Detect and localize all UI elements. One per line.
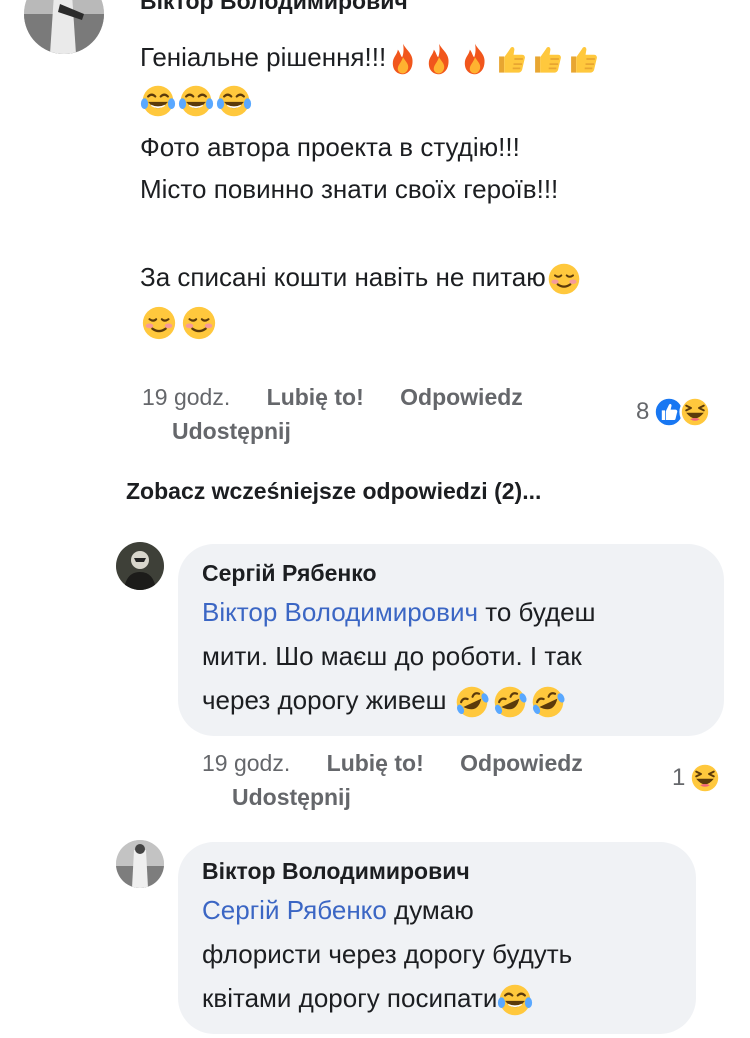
thumbs-up-emoji [494,42,528,76]
fire-emoji [458,42,492,76]
comment-time[interactable]: 19 godz. [142,384,230,410]
tears-of-joy-emoji [216,83,252,119]
mention-link[interactable]: Сергій Рябенко [202,895,387,925]
comment-line-6 [140,300,602,342]
comment-line-2 [140,78,602,124]
haha-reaction-icon [689,762,721,794]
reactions-summary[interactable]: 8 [636,396,711,428]
reply-button[interactable]: Odpowiedz [460,750,583,776]
thumbs-up-emoji [566,42,600,76]
reactions-count: 1 [672,764,686,791]
smiling-emoji [180,304,218,342]
reply-meta-2: Udostępnij [232,784,351,811]
reactions-summary[interactable]: 1 [672,762,721,794]
avatar-viktor[interactable] [24,0,104,54]
tears-of-joy-emoji [497,982,533,1018]
thumbs-up-emoji [530,42,564,76]
comment-text: Геніальне рішення!!! Фото автора проекта… [140,36,602,342]
comment-line-5: За списані кошти навіть не питаю [140,256,602,298]
reply-text: Сергій Рябенко думаю флористи через доро… [202,888,572,1020]
share-button[interactable]: Udostępnij [232,784,351,810]
comment-author[interactable]: Віктор Володимирович [140,0,408,15]
reply-line-2: флористи через дорогу будуть [202,939,573,969]
reply-line-2: мити. Шо маєш до роботи. І так [202,641,582,671]
rofl-emoji [492,684,528,720]
reactions-count: 8 [636,398,650,425]
comment-meta: 19 godz. Lubię to! Odpowiedz [142,384,523,411]
tears-of-joy-emoji [140,83,176,119]
smiling-emoji [140,304,178,342]
mention-link[interactable]: Віктор Володимирович [202,597,478,627]
reply-meta: 19 godz. Lubię to! Odpowiedz [202,750,583,777]
rofl-emoji [454,684,490,720]
rofl-emoji [530,684,566,720]
fire-emoji [422,42,456,76]
reply-button[interactable]: Odpowiedz [400,384,523,410]
fire-emoji [386,42,420,76]
comment-line-1: Геніальне рішення!!! [140,36,602,78]
smiling-emoji [546,261,582,297]
reply-time[interactable]: 19 godz. [202,750,290,776]
comment-meta-2: Udostępnij [172,418,291,445]
reply-line-3: квітами дорогу посипати [202,976,572,1020]
share-button[interactable]: Udostępnij [172,418,291,444]
avatar-sergiy[interactable] [116,542,164,590]
reply-line-1: Віктор Володимирович то будеш [202,597,596,627]
comment-line-4: Місто повинно знати своїх героїв!!! [140,174,559,204]
comment-blank-line [140,210,602,252]
reply-author[interactable]: Сергій Рябенко [202,560,377,587]
tears-of-joy-emoji [178,83,214,119]
previous-replies-link[interactable]: Zobacz wcześniejsze odpowiedzi (2)... [126,478,541,505]
reply-line-1: Сергій Рябенко думаю [202,895,474,925]
like-button[interactable]: Lubię to! [267,384,364,410]
reply-text: Віктор Володимирович то будеш мити. Шо м… [202,590,596,722]
like-button[interactable]: Lubię to! [327,750,424,776]
reply-line-3: через дорогу живеш [202,678,596,722]
avatar-viktor[interactable] [116,840,164,888]
comment-line-3: Фото автора проекта в студію!!! [140,132,520,162]
reply-author[interactable]: Віктор Володимирович [202,858,470,885]
haha-reaction-icon [679,396,711,428]
